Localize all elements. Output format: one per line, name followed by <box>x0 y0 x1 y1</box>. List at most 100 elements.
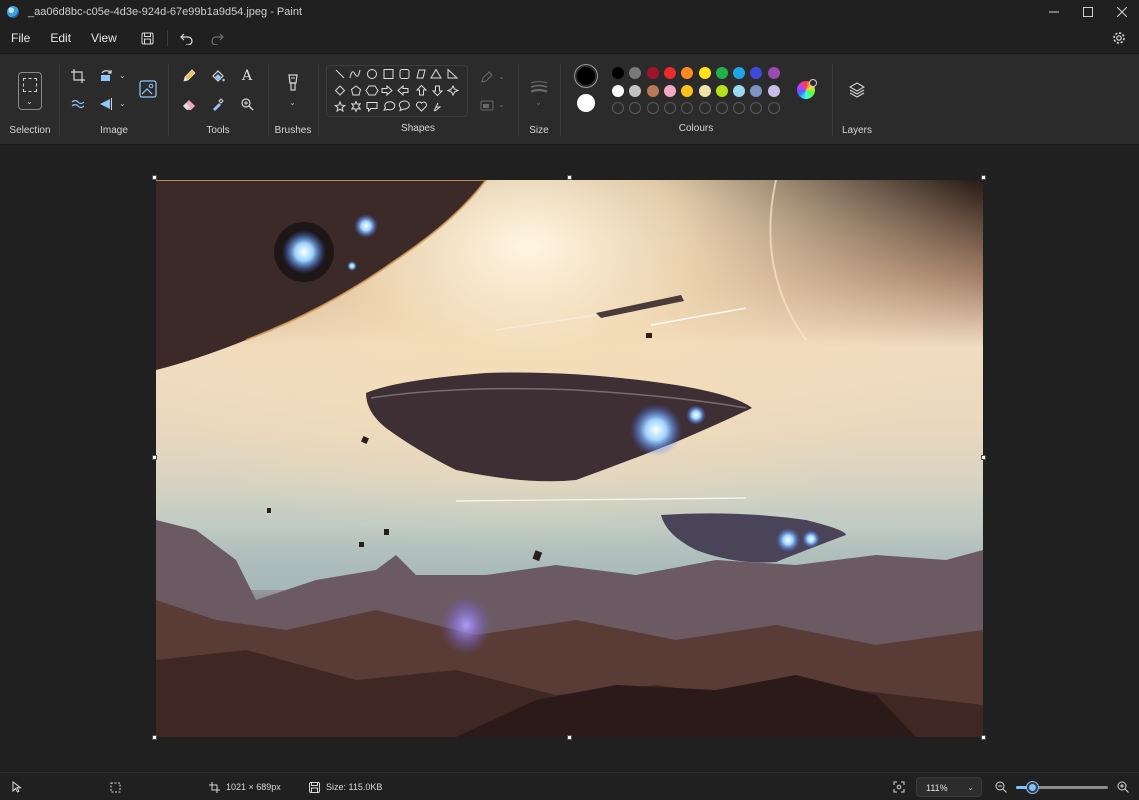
cloud-callout-shape-icon[interactable] <box>398 100 410 112</box>
resize-button[interactable] <box>66 93 90 115</box>
right-arrow-shape-icon[interactable] <box>381 84 393 97</box>
resize-handle-bottom-right[interactable] <box>981 735 986 740</box>
custom-colour-slot[interactable] <box>681 102 694 114</box>
custom-colour-slot[interactable] <box>750 102 763 114</box>
custom-colour-slot[interactable] <box>733 102 746 114</box>
oval-callout-shape-icon[interactable] <box>382 101 396 111</box>
custom-colour-slot[interactable] <box>646 102 659 114</box>
colour-swatch[interactable] <box>767 85 780 97</box>
colour-swatch[interactable] <box>767 67 780 79</box>
colour-swatch[interactable] <box>715 67 728 79</box>
shape-outline-button[interactable] <box>475 66 499 88</box>
rectangular-callout-shape-icon[interactable] <box>366 102 378 113</box>
custom-colour-slot[interactable] <box>663 102 676 114</box>
menu-file[interactable]: File <box>1 24 40 52</box>
fill-button[interactable] <box>206 65 230 87</box>
close-button[interactable] <box>1105 0 1139 24</box>
colour-swatch[interactable] <box>698 85 711 97</box>
line-shape-icon[interactable] <box>335 69 345 79</box>
diamond-shape-icon[interactable] <box>334 85 346 96</box>
selection-tool-button[interactable]: ⌄ <box>18 72 42 110</box>
image-canvas[interactable] <box>156 180 983 737</box>
resize-handle-bottom[interactable] <box>567 735 572 740</box>
pentagon-shape-icon[interactable] <box>350 85 362 96</box>
primary-colour-swatch[interactable] <box>575 65 597 87</box>
custom-colour-slot[interactable] <box>612 102 624 114</box>
fit-to-window-button[interactable] <box>893 773 905 800</box>
polygon-shape-icon[interactable] <box>416 69 426 79</box>
brushes-button[interactable] <box>281 72 305 94</box>
zoom-in-button[interactable] <box>1117 773 1129 800</box>
colour-swatch[interactable] <box>733 67 746 79</box>
minimize-button[interactable] <box>1037 0 1071 24</box>
rotate-button[interactable] <box>94 65 118 87</box>
chevron-down-icon[interactable]: ⌄ <box>498 72 505 81</box>
down-arrow-shape-icon[interactable] <box>431 85 444 97</box>
colour-swatch[interactable] <box>629 85 642 97</box>
heart-shape-icon[interactable] <box>416 101 427 112</box>
resize-handle-left[interactable] <box>152 455 157 460</box>
colour-swatch[interactable] <box>733 85 746 97</box>
six-point-star-shape-icon[interactable] <box>350 100 362 113</box>
image-properties-button[interactable] <box>136 78 160 100</box>
resize-handle-top-right[interactable] <box>981 175 986 180</box>
colour-swatch[interactable] <box>750 67 763 79</box>
save-button[interactable] <box>133 24 163 52</box>
triangle-shape-icon[interactable] <box>430 68 442 79</box>
resize-handle-top[interactable] <box>567 175 572 180</box>
undo-button[interactable] <box>172 24 202 52</box>
settings-button[interactable] <box>1109 28 1129 48</box>
shape-fill-button[interactable] <box>475 94 499 116</box>
crop-button[interactable] <box>66 65 90 87</box>
chevron-down-icon[interactable]: ⌄ <box>119 71 126 80</box>
magnifier-button[interactable] <box>235 93 259 115</box>
colour-swatch[interactable] <box>646 85 659 97</box>
five-point-star-shape-icon[interactable] <box>333 100 347 113</box>
colour-swatch[interactable] <box>698 67 711 79</box>
custom-colour-slot[interactable] <box>698 102 711 114</box>
hexagon-shape-icon[interactable] <box>365 85 379 96</box>
size-button[interactable] <box>527 76 551 98</box>
custom-colour-slot[interactable] <box>715 102 728 114</box>
colour-swatch[interactable] <box>681 85 694 97</box>
custom-colour-slot[interactable] <box>629 102 642 114</box>
chevron-down-icon[interactable]: ⌄ <box>289 98 296 107</box>
zoom-dropdown[interactable]: 111% ⌄ <box>916 777 982 797</box>
colour-swatch[interactable] <box>612 67 624 79</box>
colour-swatch[interactable] <box>681 67 694 79</box>
colour-swatch[interactable] <box>715 85 728 97</box>
left-arrow-shape-icon[interactable] <box>397 84 409 97</box>
colour-swatch[interactable] <box>629 67 642 79</box>
chevron-down-icon[interactable]: ⌄ <box>535 98 542 107</box>
zoom-slider-thumb[interactable] <box>1027 782 1039 793</box>
redo-button[interactable] <box>202 24 232 52</box>
custom-colour-slot[interactable] <box>767 102 780 114</box>
colour-swatch[interactable] <box>750 85 763 97</box>
maximize-button[interactable] <box>1071 0 1105 24</box>
chevron-down-icon[interactable]: ⌄ <box>498 100 505 109</box>
eraser-button[interactable] <box>177 93 201 115</box>
colour-swatch[interactable] <box>663 85 676 97</box>
rectangle-shape-icon[interactable] <box>383 69 394 79</box>
text-button[interactable]: A <box>235 65 259 87</box>
resize-handle-right[interactable] <box>981 455 986 460</box>
menu-view[interactable]: View <box>81 24 127 52</box>
zoom-out-button[interactable] <box>995 773 1007 800</box>
layers-button[interactable] <box>845 79 869 101</box>
up-arrow-shape-icon[interactable] <box>415 84 428 96</box>
secondary-colour-swatch[interactable] <box>577 94 595 112</box>
colour-swatch[interactable] <box>663 67 676 79</box>
color-picker-button[interactable] <box>206 93 230 115</box>
resize-handle-top-left[interactable] <box>152 175 157 180</box>
rounded-rectangle-shape-icon[interactable] <box>399 69 410 79</box>
colour-swatch[interactable] <box>646 67 659 79</box>
pencil-button[interactable] <box>177 65 201 87</box>
menu-edit[interactable]: Edit <box>40 24 81 52</box>
four-point-star-shape-icon[interactable] <box>446 84 460 97</box>
colour-swatch[interactable] <box>612 85 624 97</box>
oval-shape-icon[interactable] <box>367 69 377 79</box>
lightning-shape-icon[interactable] <box>433 102 442 112</box>
resize-handle-bottom-left[interactable] <box>152 735 157 740</box>
right-triangle-shape-icon[interactable] <box>447 68 459 79</box>
curve-shape-icon[interactable] <box>349 69 361 79</box>
